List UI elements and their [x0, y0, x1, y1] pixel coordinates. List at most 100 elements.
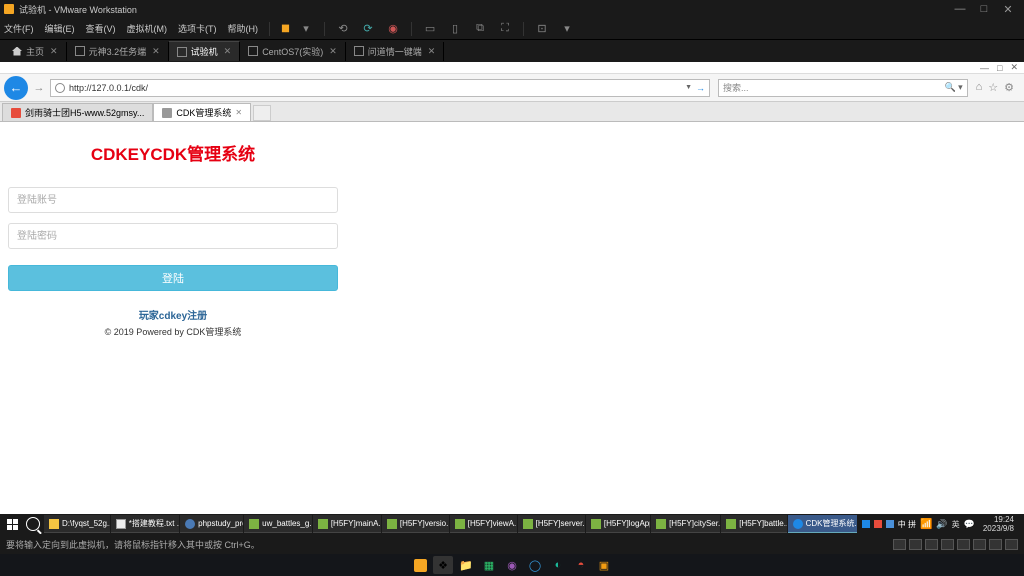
guest-taskbar-item[interactable]: [H5FY]mainA...: [313, 515, 381, 533]
vm-tab-4[interactable]: 问道情一键端✕: [346, 42, 445, 61]
tray-icon[interactable]: [886, 520, 894, 528]
guest-taskbar-item[interactable]: [H5FY]battle...: [721, 515, 786, 533]
status-device-icon[interactable]: [893, 539, 906, 550]
status-device-icon[interactable]: [989, 539, 1002, 550]
ie-fav-icon[interactable]: ☆: [988, 81, 998, 94]
page-content: CDKEYCDK管理系统 登陆 玩家cdkey注册 © 2019 Powered…: [0, 122, 1024, 516]
tab-close-icon[interactable]: ✕: [224, 46, 232, 57]
ie-tab-active[interactable]: CDK管理系统✕: [153, 103, 251, 121]
host-app-icon[interactable]: ◓: [571, 556, 591, 574]
search-icon[interactable]: 🔍: [945, 82, 956, 93]
window-icon[interactable]: ▭: [423, 22, 437, 36]
ie-new-tab-button[interactable]: [253, 105, 271, 121]
unity-icon[interactable]: ⊡: [535, 22, 549, 36]
host-app-icon[interactable]: ❖: [433, 556, 453, 574]
tab-close-icon[interactable]: ✕: [50, 46, 58, 57]
tray-sound-icon[interactable]: 🔊: [936, 519, 947, 530]
menu-help[interactable]: 帮助(H): [228, 22, 259, 35]
menu-vm[interactable]: 虚拟机(M): [127, 22, 168, 35]
window3-icon[interactable]: ⧉: [473, 22, 487, 36]
host-app-icon[interactable]: [410, 556, 430, 574]
url-dropdown-icon[interactable]: ▼: [685, 84, 692, 91]
search-dd-icon[interactable]: ▾: [958, 82, 963, 93]
vm-tab-home[interactable]: 主页✕: [4, 42, 67, 61]
guest-taskbar-item[interactable]: *搭建教程.txt ...: [111, 515, 179, 533]
tray-wifi-icon[interactable]: 📶: [920, 519, 932, 530]
guest-taskbar-item[interactable]: CDK管理系统...: [788, 515, 857, 533]
tray-ime[interactable]: 英: [952, 519, 960, 530]
username-input[interactable]: [8, 187, 338, 213]
guest-taskbar-item[interactable]: uw_battles_g...: [244, 515, 312, 533]
vmware-max-button[interactable]: □: [972, 3, 996, 15]
host-app-icon[interactable]: ◯: [525, 556, 545, 574]
vm-icon: [177, 47, 187, 57]
menu-view[interactable]: 查看(V): [86, 22, 116, 35]
guest-taskbar-item[interactable]: [H5FY]server...: [518, 515, 585, 533]
host-app-icon[interactable]: ◐: [548, 556, 568, 574]
snapshot2-icon[interactable]: ⟳: [361, 22, 375, 36]
tab-close-icon[interactable]: ✕: [235, 108, 242, 117]
guest-clock[interactable]: 19:24 2023/9/8: [979, 515, 1018, 533]
login-button[interactable]: 登陆: [8, 265, 338, 291]
host-app-icon[interactable]: 📁: [456, 556, 476, 574]
register-link[interactable]: 玩家cdkey注册: [8, 307, 338, 322]
vmware-min-button[interactable]: —: [948, 3, 972, 15]
tray-lang[interactable]: 中 拼: [898, 519, 916, 530]
guest-taskbar-item[interactable]: [H5FY]versio...: [382, 515, 449, 533]
status-device-icon[interactable]: [957, 539, 970, 550]
tray-icon[interactable]: [862, 520, 870, 528]
guest-start-button[interactable]: [2, 516, 22, 532]
ie-forward-button[interactable]: →: [30, 79, 48, 97]
vm-tab-3[interactable]: CentOS7(实验)✕: [240, 42, 346, 61]
window2-icon[interactable]: ▯: [448, 22, 462, 36]
fullscreen-icon[interactable]: ⛶: [498, 22, 512, 36]
status-device-icon[interactable]: [909, 539, 922, 550]
taskbar-item-label: [H5FY]citySer...: [669, 519, 720, 528]
favicon-icon: [162, 108, 172, 118]
toolbar-dropdown-icon[interactable]: ▾: [299, 22, 313, 36]
ie-close-button[interactable]: ✕: [1010, 62, 1018, 73]
tray-icon[interactable]: [874, 520, 882, 528]
host-app-icon[interactable]: ▦: [479, 556, 499, 574]
vm-tab-1[interactable]: 元神3.2任务端✕: [67, 42, 169, 61]
ie-gear-icon[interactable]: ⚙: [1004, 81, 1014, 94]
ie-search-placeholder: 搜索...: [723, 81, 749, 94]
tab-close-icon[interactable]: ✕: [428, 46, 436, 57]
vm-tab-active[interactable]: 试验机✕: [169, 41, 241, 61]
tab-close-icon[interactable]: ✕: [152, 46, 160, 57]
status-device-icon[interactable]: [941, 539, 954, 550]
menu-file[interactable]: 文件(F): [4, 22, 34, 35]
ie-home-icon[interactable]: ⌂: [976, 81, 983, 94]
ie-max-button[interactable]: □: [997, 63, 1002, 73]
guest-taskbar-item[interactable]: [H5FY]citySer...: [651, 515, 720, 533]
menu-tabs[interactable]: 选项卡(T): [178, 22, 217, 35]
snapshot-icon[interactable]: ⟲: [336, 22, 350, 36]
ie-refresh-icon[interactable]: →: [696, 83, 705, 93]
password-input[interactable]: [8, 223, 338, 249]
snapshot3-icon[interactable]: ◉: [386, 22, 400, 36]
taskbar-item-label: [H5FY]mainA...: [331, 519, 381, 528]
status-device-icon[interactable]: [973, 539, 986, 550]
host-app-icon[interactable]: ◉: [502, 556, 522, 574]
app-icon: [249, 519, 259, 529]
ie-search-box[interactable]: 搜索... 🔍 ▾: [718, 79, 968, 97]
host-app-icon[interactable]: ▣: [594, 556, 614, 574]
vmware-close-button[interactable]: ✕: [996, 3, 1020, 16]
guest-taskbar-item[interactable]: [H5FY]logApp: [586, 515, 650, 533]
guest-taskbar-item[interactable]: D:\fyqst_52g...: [44, 515, 110, 533]
guest-taskbar-item[interactable]: [H5FY]viewA...: [450, 515, 517, 533]
status-device-icon[interactable]: [925, 539, 938, 550]
ie-tab-0[interactable]: 剑雨骑士团H5-www.52gmsy...: [2, 103, 153, 121]
guest-taskbar-item[interactable]: phpstudy_pro: [180, 515, 243, 533]
guest-search-icon[interactable]: [26, 517, 40, 531]
ie-min-button[interactable]: —: [980, 63, 989, 73]
tray-notif-icon[interactable]: 💬: [964, 519, 975, 530]
menu-edit[interactable]: 编辑(E): [45, 22, 75, 35]
ie-address-bar[interactable]: http://127.0.0.1/cdk/ ▼ →: [50, 79, 710, 97]
tab-close-icon[interactable]: ✕: [329, 46, 337, 57]
unity-dd-icon[interactable]: ▾: [560, 22, 574, 36]
vmware-logo-icon: [4, 4, 14, 14]
pause-icon[interactable]: ▮▮: [281, 23, 288, 34]
status-device-icon[interactable]: [1005, 539, 1018, 550]
ie-back-button[interactable]: ←: [4, 76, 28, 100]
